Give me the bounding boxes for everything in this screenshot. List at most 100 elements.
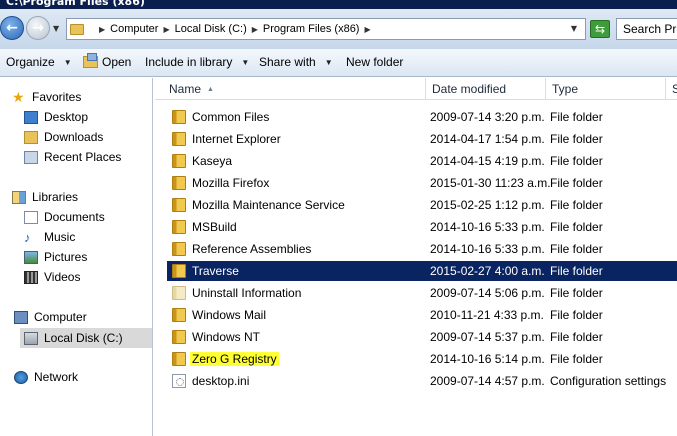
table-row[interactable]: Windows Mail 2010-11-21 4:33 p.m. File f… (167, 305, 677, 325)
settings-file-icon (172, 374, 186, 388)
refresh-button[interactable]: ⇆ (590, 20, 610, 38)
recent-pages-dropdown-icon[interactable]: ▼ (53, 24, 59, 33)
address-bar[interactable]: ▶ Computer ▶ Local Disk (C:) ▶ Program F… (66, 18, 586, 40)
documents-icon (24, 210, 38, 224)
nav-computer-label: Computer (34, 310, 87, 324)
new-folder-button[interactable]: New folder (346, 55, 403, 69)
table-row[interactable]: Reference Assemblies 2014-10-16 5:33 p.m… (167, 239, 677, 259)
table-row[interactable]: Mozilla Maintenance Service 2015-02-25 1… (167, 195, 677, 215)
nav-music[interactable]: ♪ Music (24, 230, 75, 244)
file-type: File folder (550, 242, 603, 256)
file-name: Uninstall Information (192, 286, 302, 300)
table-row[interactable]: Uninstall Information 2009-07-14 5:06 p.… (167, 283, 677, 303)
nav-local-disk-label: Local Disk (C:) (44, 331, 123, 345)
nav-desktop[interactable]: Desktop (24, 110, 88, 124)
chevron-right-icon[interactable]: ▶ (163, 25, 169, 34)
table-row[interactable]: Common Files 2009-07-14 3:20 p.m. File f… (167, 107, 677, 127)
file-name: Internet Explorer (192, 132, 281, 146)
nav-recent-places[interactable]: Recent Places (24, 150, 121, 164)
sort-ascending-icon: ▲ (207, 86, 214, 93)
address-row: ← → ▼ ▶ Computer ▶ Local Disk (C:) ▶ Pro… (0, 9, 677, 49)
computer-icon (14, 310, 28, 324)
nav-documents[interactable]: Documents (24, 210, 105, 224)
file-type: File folder (550, 286, 603, 300)
table-row[interactable]: MSBuild 2014-10-16 5:33 p.m. File folder (167, 217, 677, 237)
table-row[interactable]: Internet Explorer 2014-04-17 1:54 p.m. F… (167, 129, 677, 149)
folder-icon (172, 242, 186, 256)
address-history-dropdown-icon[interactable]: ▼ (571, 24, 577, 33)
file-date: 2014-04-17 1:54 p.m. (430, 132, 545, 146)
breadcrumb-program-files[interactable]: Program Files (x86) (263, 23, 360, 35)
dropdown-arrow-icon: ▼ (324, 57, 333, 67)
file-date: 2014-10-16 5:14 p.m. (430, 352, 545, 366)
nav-computer[interactable]: Computer (14, 310, 87, 324)
column-header-type[interactable]: Type (546, 78, 666, 100)
forward-button[interactable]: → (26, 16, 50, 40)
table-row-highlighted[interactable]: Zero G Registry 2014-10-16 5:14 p.m. Fil… (167, 349, 677, 369)
file-type: File folder (550, 330, 603, 344)
file-type: File folder (550, 176, 603, 190)
nav-libraries[interactable]: Libraries (12, 190, 78, 204)
nav-network[interactable]: Network (14, 370, 78, 384)
column-header-name[interactable]: Name ▲ (163, 78, 426, 100)
file-name: Reference Assemblies (192, 242, 312, 256)
column-header-size[interactable]: Si (666, 78, 677, 100)
file-date: 2009-07-14 5:06 p.m. (430, 286, 545, 300)
music-icon: ♪ (24, 229, 31, 245)
nav-favorites[interactable]: ★ Favorites (12, 90, 82, 105)
nav-favorites-label: Favorites (32, 90, 82, 104)
file-name: Common Files (192, 110, 270, 124)
folder-icon (172, 330, 186, 344)
pictures-icon (24, 250, 38, 264)
dropdown-arrow-icon: ▼ (241, 57, 250, 67)
libraries-icon (12, 190, 26, 204)
file-type: File folder (550, 198, 603, 212)
desktop-icon (24, 110, 38, 124)
organize-button[interactable]: Organize ▼ (6, 55, 72, 69)
forward-arrow-icon: → (32, 20, 44, 36)
open-icon (83, 53, 98, 68)
share-with-button[interactable]: Share with ▼ (259, 55, 333, 69)
column-header-date-modified[interactable]: Date modified (426, 78, 546, 100)
file-name: Zero G Registry (190, 352, 279, 366)
column-header-type-label: Type (552, 82, 579, 96)
file-type: File folder (550, 352, 603, 366)
window-title: C:\Program Files (x86) (6, 0, 145, 8)
table-row-selected[interactable]: Traverse 2015-02-27 4:00 a.m. File folde… (167, 261, 677, 281)
nav-libraries-label: Libraries (32, 190, 79, 204)
command-toolbar: Organize ▼ Open Include in library ▼ Sha… (0, 49, 677, 77)
chevron-right-icon[interactable]: ▶ (99, 25, 105, 34)
file-name: desktop.ini (192, 374, 250, 388)
dropdown-arrow-icon: ▼ (63, 57, 72, 67)
open-button[interactable]: Open (83, 53, 131, 69)
column-header-date-label: Date modified (432, 82, 507, 96)
search-input[interactable]: Search Prog (616, 18, 677, 40)
file-name: MSBuild (192, 220, 237, 234)
table-row[interactable]: Mozilla Firefox 2015-01-30 11:23 a.m. Fi… (167, 173, 677, 193)
breadcrumb-local-disk[interactable]: Local Disk (C:) (175, 23, 247, 35)
folder-icon (172, 110, 186, 124)
column-header-name-label: Name (169, 82, 202, 96)
chevron-right-icon[interactable]: ▶ (364, 25, 370, 34)
share-with-label: Share with (259, 55, 316, 69)
nav-videos[interactable]: Videos (24, 270, 80, 284)
folder-icon (172, 220, 186, 234)
table-row[interactable]: Windows NT 2009-07-14 5:37 p.m. File fol… (167, 327, 677, 347)
refresh-icon: ⇆ (594, 22, 606, 36)
breadcrumb-computer[interactable]: Computer (110, 23, 158, 35)
nav-downloads-label: Downloads (44, 130, 104, 144)
nav-pictures[interactable]: Pictures (24, 250, 87, 264)
file-date: 2014-10-16 5:33 p.m. (430, 220, 545, 234)
title-bar: C:\Program Files (x86) (0, 0, 677, 9)
include-in-library-button[interactable]: Include in library ▼ (145, 55, 249, 69)
table-row[interactable]: Kaseya 2014-04-15 4:19 p.m. File folder (167, 151, 677, 171)
nav-downloads[interactable]: Downloads (24, 130, 103, 144)
navigation-pane: ★ Favorites Desktop Downloads Recent Pla… (0, 78, 153, 436)
nav-local-disk[interactable]: Local Disk (C:) (20, 328, 152, 348)
folder-icon (172, 198, 186, 212)
folder-icon (172, 154, 186, 168)
table-row[interactable]: desktop.ini 2009-07-14 4:57 p.m. Configu… (167, 371, 677, 391)
back-button[interactable]: ← (0, 16, 24, 40)
chevron-right-icon[interactable]: ▶ (252, 25, 258, 34)
file-date: 2015-02-27 4:00 a.m. (430, 264, 545, 278)
